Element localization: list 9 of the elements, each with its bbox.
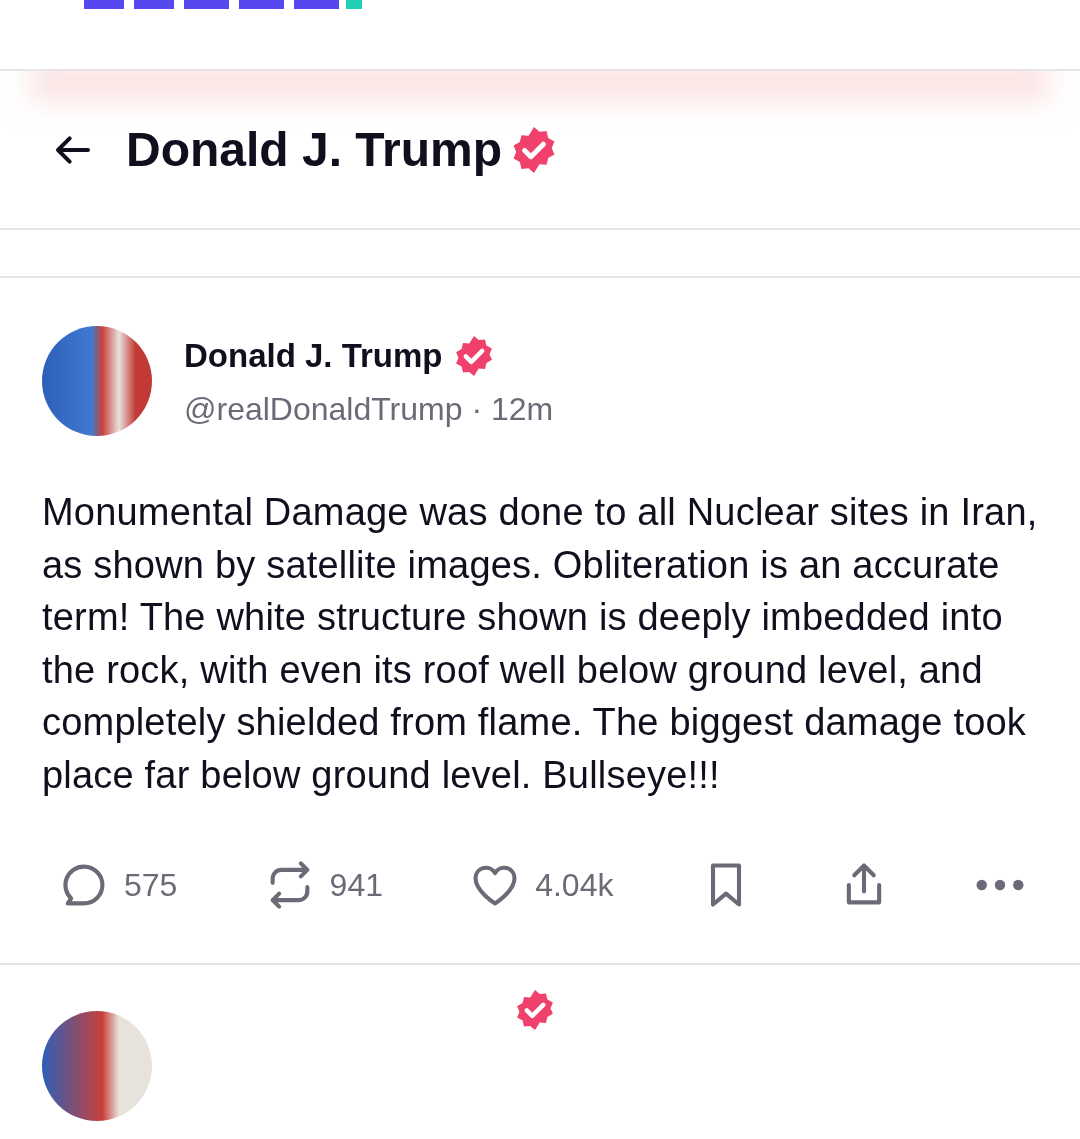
handle-and-time: @realDonaldTrump · 12m xyxy=(184,390,554,428)
repost-button[interactable]: 941 xyxy=(263,859,383,911)
page-title: Donald J. Trump xyxy=(126,122,503,177)
like-button[interactable]: 4.04k xyxy=(469,859,614,911)
more-icon xyxy=(976,879,1024,891)
more-button[interactable] xyxy=(976,879,1024,891)
reply-button[interactable]: 575 xyxy=(58,859,178,911)
author-name[interactable]: Donald J. Trump xyxy=(184,336,443,375)
post-text: Monumental Damage was done to all Nuclear sites in Iran, as shown by satellite images. Obliteration is an accurate term! The white structure shown is deeply imbedded into the rock, with even its roof well below ground level, and completely shielded from flame. The biggest damage took place far below ground level. Bullseye!!! xyxy=(42,490,1038,798)
